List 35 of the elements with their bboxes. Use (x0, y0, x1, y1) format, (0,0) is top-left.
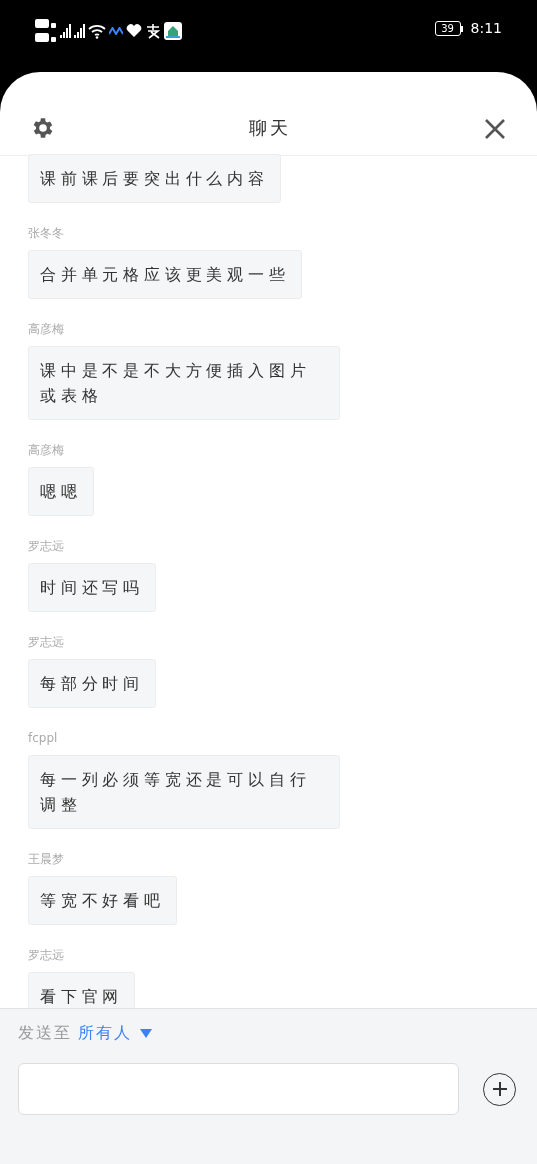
clock-time: 8:11 (470, 19, 502, 38)
sender-name: 王晨梦 (28, 852, 64, 866)
sender-name: 罗志远 (28, 948, 64, 962)
sender-name: 张冬冬 (28, 226, 64, 240)
message-input[interactable] (18, 1063, 459, 1115)
sender-name: 高彦梅 (28, 322, 64, 336)
chat-title: 聊天 (248, 116, 291, 140)
app-icon (109, 27, 123, 35)
dropdown-caret-icon (140, 1028, 152, 1038)
home-app-icon (164, 22, 182, 40)
payment-icon (145, 23, 161, 39)
message-bubble: 课中是不是不大方便插入图片或表格 (28, 346, 340, 420)
message-bubble: 时间还写吗 (28, 563, 156, 612)
signal-icon (74, 24, 85, 38)
send-to-label: 发送至 (18, 1022, 72, 1044)
close-button[interactable] (483, 117, 507, 141)
message-bubble: 嗯嗯 (28, 467, 94, 516)
message-bubble: 每部分时间 (28, 659, 156, 708)
message-bubble: 每一列必须等宽还是可以自行调整 (28, 755, 340, 829)
sender-name: 罗志远 (28, 539, 64, 553)
close-icon (483, 117, 507, 141)
recipient-dropdown[interactable]: 所有人 (78, 1021, 152, 1045)
message-bubble: 等宽不好看吧 (28, 876, 177, 925)
message-bubble: 看下官网 (28, 972, 136, 1008)
signal-icon (60, 24, 71, 38)
hd-icon (35, 18, 57, 44)
sender-name: 高彦梅 (28, 443, 64, 457)
battery-icon: 39 (434, 21, 461, 36)
wifi-icon (88, 23, 106, 39)
message-bubble: 课前课后要突出什么内容 (28, 154, 281, 203)
sender-name: 罗志远 (28, 635, 64, 649)
plus-icon (491, 1081, 508, 1097)
message-bubble: 合并单元格应该更美观一些 (28, 250, 302, 299)
sender-name: fcppl (28, 731, 58, 745)
heart-icon (126, 24, 142, 38)
